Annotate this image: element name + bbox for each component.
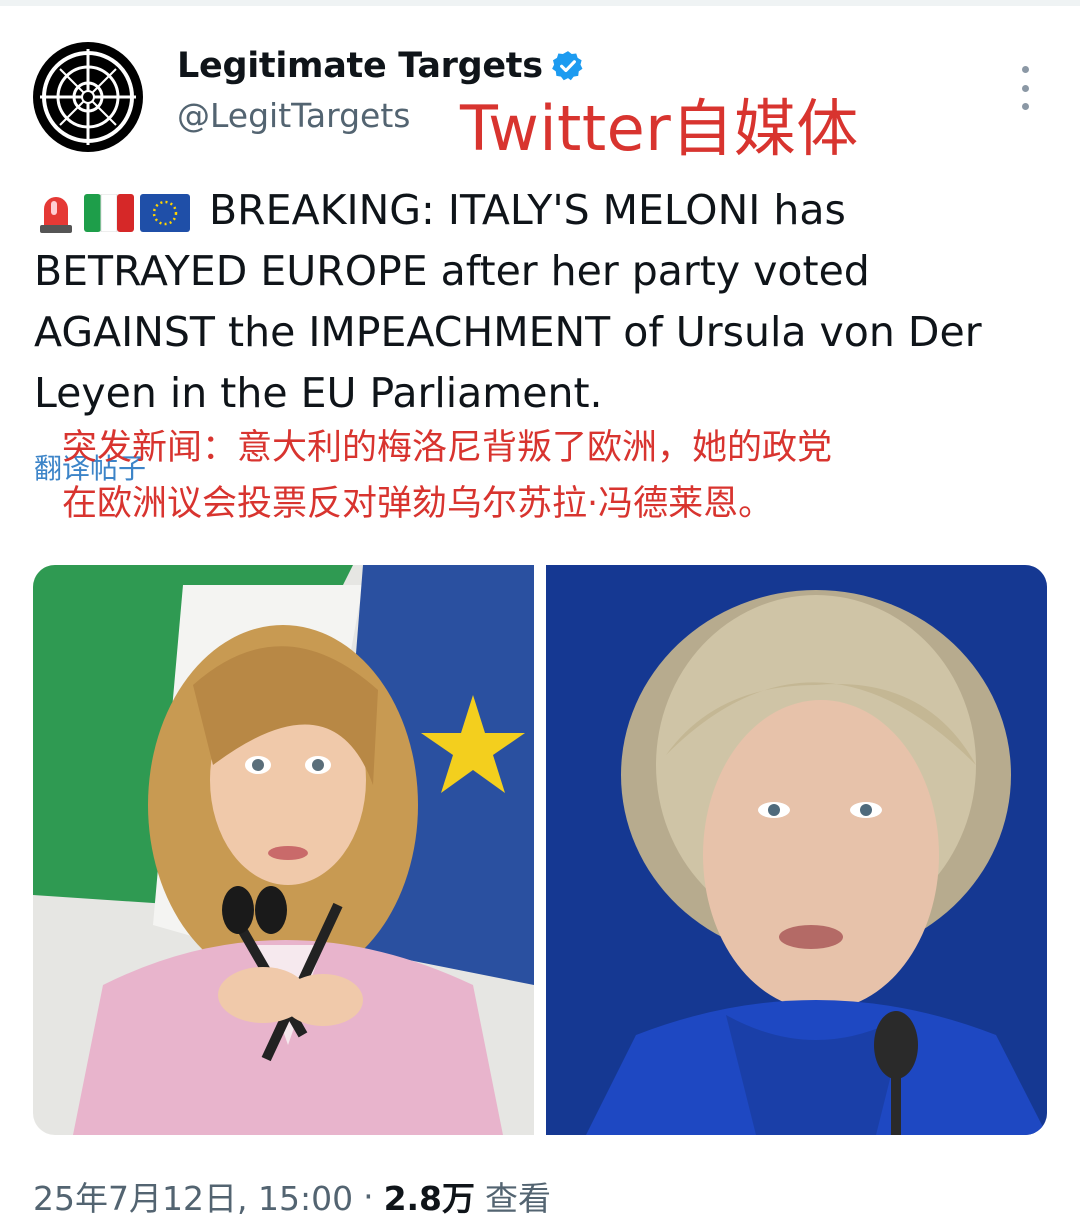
- italy-flag-icon: [84, 194, 134, 232]
- author-handle[interactable]: @LegitTargets: [177, 96, 410, 135]
- tweet-photo-right[interactable]: [546, 565, 1047, 1135]
- more-options-icon[interactable]: [1008, 66, 1042, 110]
- views-label: 查看: [485, 1179, 552, 1218]
- views-count: 2.8万: [383, 1179, 476, 1218]
- tweet-meta: 25年7月12日, 15:00 · 2.8万 查看: [33, 1172, 551, 1220]
- tweet-timestamp[interactable]: 25年7月12日, 15:00: [33, 1172, 353, 1220]
- tweet-photo-left[interactable]: [33, 565, 534, 1135]
- translation-line-2: 在欧洲议会投票反对弹劾乌尔苏拉·冯德莱恩。: [62, 484, 774, 524]
- translation-line-1: 突发新闻：意大利的梅洛尼背叛了欧洲，她的政党: [62, 428, 833, 468]
- eu-flag-icon: [140, 194, 190, 232]
- photo-von-der-leyen: [546, 565, 1047, 1135]
- translation-overlay: 突发新闻：意大利的梅洛尼背叛了欧洲，她的政党 在欧洲议会投票反对弹劾乌尔苏拉·冯…: [62, 420, 1062, 532]
- tweet-text: BREAKING: ITALY'S MELONI has BETRAYED EU…: [34, 180, 1054, 424]
- avatar[interactable]: [33, 42, 143, 152]
- watermark-label: Twitter自媒体: [460, 92, 859, 165]
- photo-meloni: [33, 565, 534, 1135]
- crosshair-emblem-icon: [40, 49, 136, 145]
- top-divider: [0, 0, 1080, 6]
- meta-separator: ·: [363, 1176, 374, 1216]
- rotating-light-icon: [40, 197, 72, 233]
